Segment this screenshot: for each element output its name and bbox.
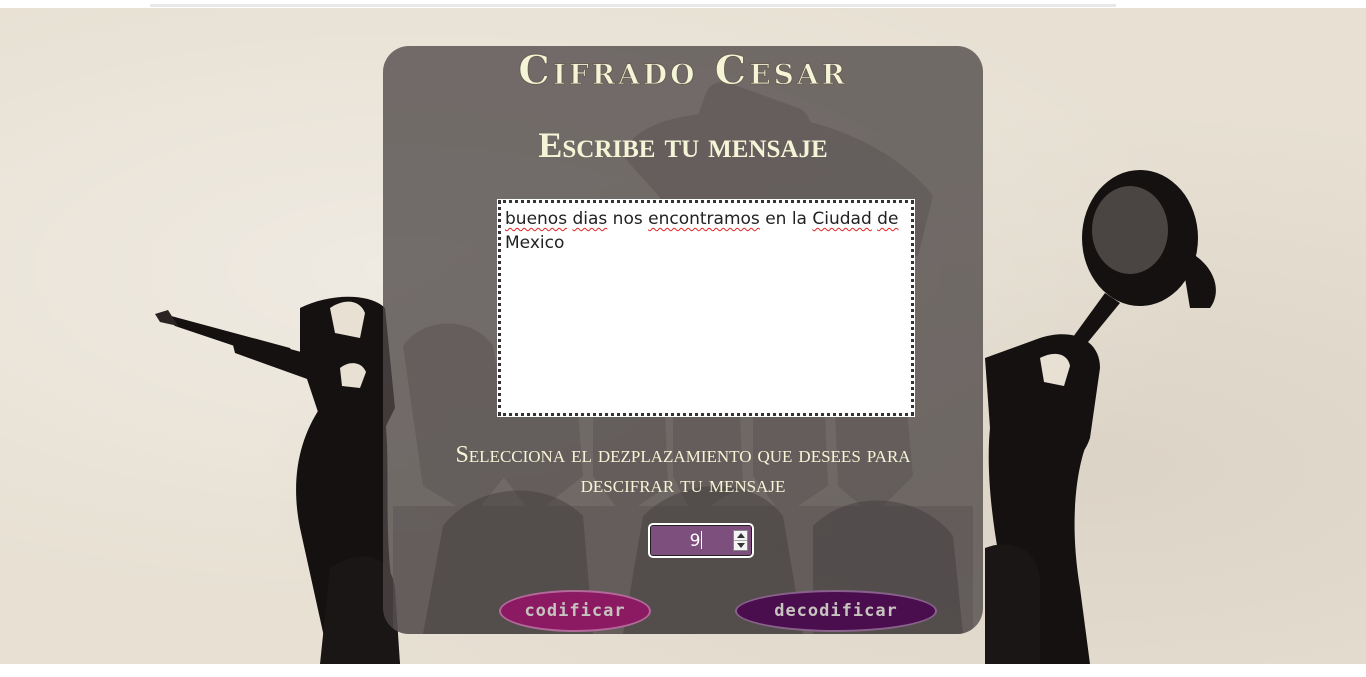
message-word: Mexico	[505, 233, 565, 253]
top-strip	[0, 0, 1366, 8]
message-word: buenos	[505, 209, 568, 229]
decode-button[interactable]: decodificar	[735, 590, 937, 632]
message-heading: Escribe tu mensaje	[538, 125, 828, 165]
spinner-down-icon[interactable]	[734, 541, 747, 550]
encode-button[interactable]: codificar	[499, 590, 651, 632]
message-word: dias	[572, 209, 608, 229]
bottom-strip	[0, 664, 1366, 677]
shift-label: Selecciona el dezplazamiento que desees …	[455, 442, 911, 498]
message-word: Ciudad	[812, 209, 872, 229]
shift-number-input[interactable]: 9	[648, 523, 754, 558]
shift-value: 9	[689, 531, 701, 551]
message-textarea[interactable]: buenos dias nos encontramos en la Ciudad…	[497, 199, 915, 417]
message-word: en	[765, 209, 787, 229]
message-word: encontramos	[648, 209, 760, 229]
message-word: nos	[612, 209, 643, 229]
app-title: Cifrado Cesar	[518, 47, 848, 94]
spinner-up-icon[interactable]	[734, 531, 747, 541]
message-word: la	[791, 209, 807, 229]
message-word: de	[877, 209, 899, 229]
cipher-panel: Cifrado Cesar Escribe tu mensaje buenos …	[383, 46, 983, 634]
number-spinner[interactable]	[733, 530, 748, 551]
background-illustration: Cifrado Cesar Escribe tu mensaje buenos …	[0, 8, 1366, 664]
text-caret	[701, 531, 703, 549]
